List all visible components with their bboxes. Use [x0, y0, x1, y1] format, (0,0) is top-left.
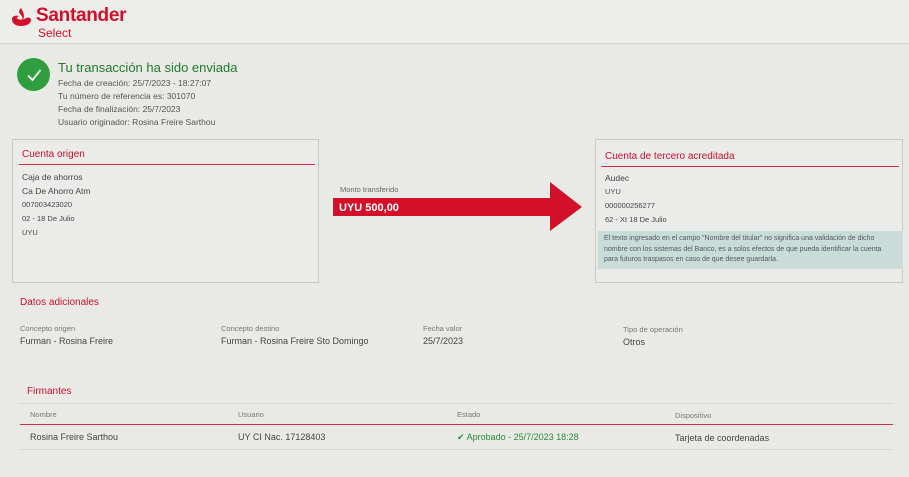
- signer-device: Tarjeta de coordenadas: [675, 433, 770, 443]
- operation-type-label: Tipo de operación: [623, 325, 683, 334]
- brand-sub: Select: [38, 26, 72, 40]
- origin-account-type: Caja de ahorros: [22, 172, 83, 182]
- destination-concept-label: Concepto destino: [221, 324, 280, 333]
- col-header-user: Usuario: [238, 410, 264, 419]
- holder-name-disclaimer: El texto ingresado en el campo "Nombre d…: [598, 231, 903, 269]
- col-header-name: Nombre: [30, 410, 57, 419]
- operation-type-value: Otros: [623, 337, 646, 347]
- destination-holder: Audec: [605, 173, 630, 183]
- success-title: Tu transacción ha sido enviada: [58, 60, 238, 75]
- value-date-value: 25/7/2023: [423, 336, 464, 346]
- origin-account-panel: Cuenta origen Caja de ahorros Ca De Ahor…: [12, 139, 319, 283]
- signers-header-divider: [20, 424, 893, 425]
- reference-number: Tu número de referencia es: 301070: [58, 91, 196, 101]
- additional-data-title: Datos adicionales: [20, 297, 99, 308]
- signers-top-divider: [20, 403, 893, 404]
- destination-account-title: Cuenta de tercero acreditada: [605, 151, 735, 162]
- origin-currency: UYU: [22, 228, 38, 237]
- santander-logo[interactable]: Santander Select: [10, 5, 127, 39]
- col-header-status: Estado: [457, 410, 481, 419]
- approved-check-icon: ✔: [457, 432, 465, 442]
- signers-title: Firmantes: [27, 386, 72, 397]
- destination-divider: [601, 166, 899, 167]
- col-header-device: Dispositivo: [675, 411, 712, 420]
- brand-name: Santander: [36, 5, 127, 26]
- origin-concept-value: Furman - Rosina Freire: [20, 336, 114, 346]
- success-check-icon: [17, 58, 50, 91]
- value-date-label: Fecha valor: [423, 324, 463, 333]
- destination-concept-value: Furman - Rosina Freire Sto Domingo: [221, 336, 369, 346]
- signer-name: Rosina Freire Sarthou: [30, 432, 119, 442]
- signer-user: UY CI Nac. 17128403: [238, 432, 326, 442]
- signers-bottom-divider: [20, 449, 893, 450]
- destination-branch: 62 - Xt 18 De Julio: [605, 215, 667, 224]
- origin-account-title: Cuenta origen: [22, 149, 85, 160]
- originator-user: Usuario originador: Rosina Freire Sartho…: [58, 117, 216, 127]
- amount-value: UYU 500,00: [339, 202, 399, 214]
- origin-account-name: Ca De Ahorro Atm: [22, 186, 91, 196]
- app-header: Santander Select: [0, 0, 909, 44]
- flame-icon: [12, 8, 31, 26]
- origin-divider: [19, 164, 315, 165]
- finalization-date: Fecha de finalización: 25/7/2023: [58, 104, 181, 114]
- signer-status: ✔ Aprobado - 25/7/2023 18:28: [457, 432, 579, 443]
- destination-account-number: 000000256277: [605, 201, 656, 210]
- origin-branch: 02 - 18 De Julio: [22, 214, 75, 223]
- signer-status-text: Aprobado - 25/7/2023 18:28: [466, 432, 579, 442]
- creation-date: Fecha de creación: 25/7/2023 - 18:27:07: [58, 78, 212, 88]
- origin-account-number: 007003423020: [22, 200, 73, 209]
- origin-concept-label: Concepto origen: [20, 324, 76, 333]
- destination-currency: UYU: [605, 187, 621, 196]
